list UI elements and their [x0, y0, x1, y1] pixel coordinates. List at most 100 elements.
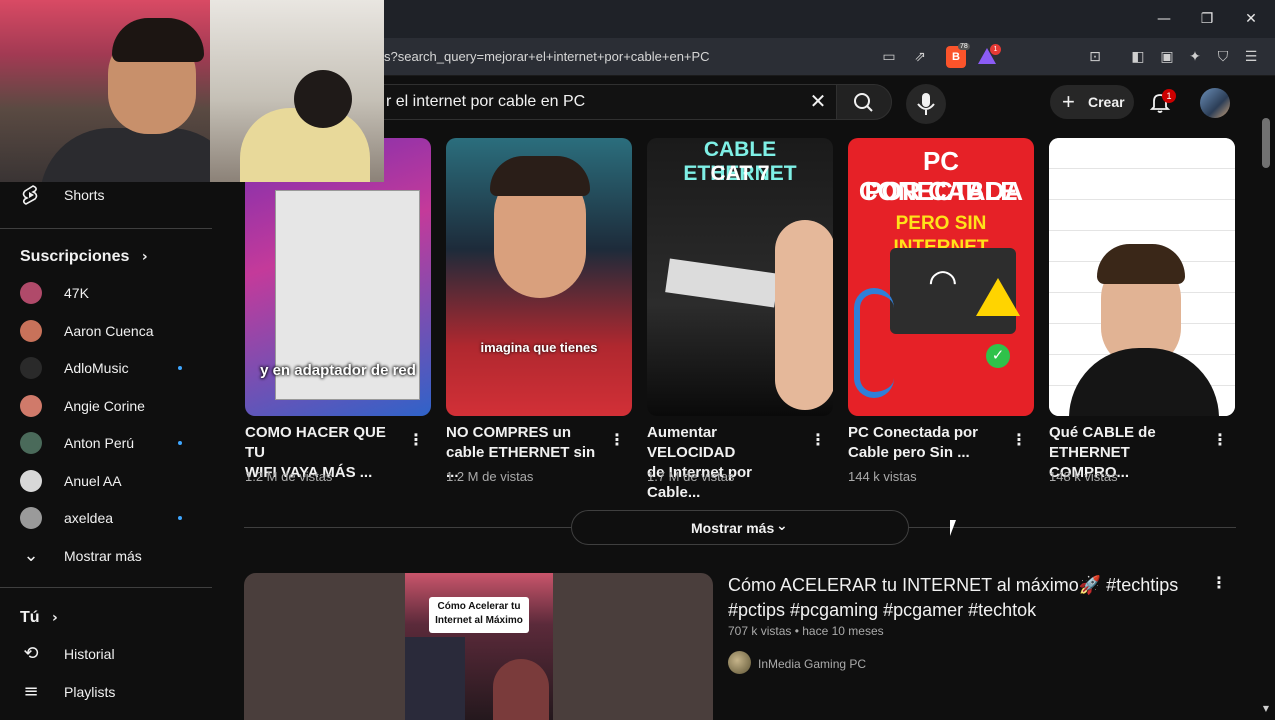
sidebar-item-label: 47K [64, 285, 89, 301]
channel-avatar[interactable] [728, 651, 751, 674]
sidebar-item-shorts[interactable]: Shorts [0, 178, 212, 212]
short-thumbnail[interactable]: PC CONECTADA POR CABLE PERO SIN INTERNET… [848, 138, 1034, 416]
notifications-badge: 1 [1162, 89, 1176, 103]
short-thumbnail[interactable]: imagina que tienes [446, 138, 632, 416]
sidebar-subscription-item[interactable]: axeldea [0, 501, 212, 535]
video-title-line: #pctips #pcgaming #pcgamer #techtok [728, 600, 1037, 620]
search-button[interactable] [836, 84, 892, 120]
cable-illustration [854, 288, 894, 398]
browser-menu-icon[interactable]: ☰ [1240, 46, 1262, 68]
playlists-icon: ≡ [23, 681, 39, 702]
create-label: Crear [1088, 94, 1125, 110]
subscriptions-title: Suscripciones [20, 248, 130, 265]
channel-avatar [20, 507, 42, 529]
search-query-text[interactable]: r el internet por cable en PC [386, 93, 585, 111]
history-icon: ⟲ [23, 643, 39, 664]
channel-avatar [20, 357, 42, 379]
sidebar-divider [0, 228, 212, 229]
short-views: 1.2 M de vistas [245, 469, 333, 484]
short-title[interactable]: Aumentar VELOCIDAD de Internet por Cable… [647, 423, 807, 503]
sidebar-item-label: Anuel AA [64, 472, 122, 489]
subscriptions-heading[interactable]: Suscripciones › [20, 248, 148, 266]
short-caption-line2: CAT 7 [710, 162, 770, 185]
scrollbar-thumb[interactable] [1262, 118, 1270, 168]
thumb-caption-line1: Cómo Acelerar tu [437, 601, 521, 612]
sidebar-subscription-item[interactable]: Anuel AA [0, 464, 212, 498]
anime-artwork [405, 637, 465, 720]
video-thumbnail-frame: Cómo Acelerar tu Internet al Máximo [405, 573, 553, 720]
show-more-button[interactable]: Mostrar más ⌄ [571, 510, 909, 545]
new-content-dot [178, 441, 182, 445]
sidebar-show-more[interactable]: ⌄ Mostrar más [0, 539, 212, 573]
person-silhouette [493, 659, 549, 720]
you-heading[interactable]: Tú › [20, 609, 58, 627]
sidebar-toggle-icon[interactable]: ◧ [1127, 46, 1149, 68]
short-views: 148 k vistas [1049, 469, 1118, 484]
person-hair [490, 156, 590, 196]
short-title[interactable]: PC Conectada por Cable pero Sin ... [848, 423, 1008, 463]
check-icon: ✓ [986, 344, 1010, 368]
more-options-icon[interactable]: ⋮ [408, 430, 424, 450]
video-title-line: Cómo ACELERAR tu INTERNET al máximo🚀 #te… [728, 575, 1179, 595]
more-options-icon[interactable]: ⋮ [1212, 430, 1228, 450]
rewards-badge: 1 [990, 44, 1001, 55]
short-title-line: COMO HACER QUE TU [245, 424, 386, 461]
short-title-line: NO COMPRES un [446, 424, 572, 441]
close-window-icon[interactable]: ✕ [1236, 8, 1266, 30]
share-icon[interactable]: ⇗ [909, 46, 931, 68]
account-avatar[interactable] [1200, 88, 1230, 118]
sidebar-item-history[interactable]: ⟲ Historial [0, 637, 212, 671]
minimize-icon[interactable]: — [1149, 8, 1179, 30]
short-thumbnail[interactable]: CABLE ETHERNET CAT 7 [647, 138, 833, 416]
sidebar-item-label: Angie Corine [64, 397, 145, 414]
short-views: 1.2 M de vistas [446, 469, 534, 484]
leo-ai-icon[interactable]: ✦ [1184, 46, 1206, 68]
sidebar-item-label: Shorts [64, 187, 105, 203]
restore-icon[interactable]: ❐ [1192, 8, 1222, 30]
channel-avatar [20, 282, 42, 304]
clear-search-icon[interactable]: ✕ [806, 90, 830, 114]
chevron-right-icon: › [52, 610, 58, 626]
wallet-icon[interactable]: ▣ [1156, 46, 1178, 68]
sidebar-subscription-item[interactable]: Angie Corine [0, 389, 212, 423]
video-thumbnail[interactable]: Cómo Acelerar tu Internet al Máximo [244, 573, 713, 720]
screenshot-icon[interactable]: ⊡ [1084, 46, 1106, 68]
more-options-icon[interactable]: ⋮ [1211, 573, 1227, 593]
short-views: 1.7 M de vistas [647, 469, 735, 484]
channel-name[interactable]: InMedia Gaming PC [758, 657, 866, 671]
vpn-shield-icon[interactable]: ⛉ [1212, 46, 1234, 68]
voice-search-button[interactable] [906, 84, 946, 124]
more-options-icon[interactable]: ⋮ [1011, 430, 1027, 450]
sidebar-item-playlists[interactable]: ≡ Playlists [0, 675, 212, 709]
you-title: Tú [20, 609, 40, 626]
warning-icon [976, 278, 1020, 316]
chevron-down-icon: ⌄ [776, 518, 788, 534]
person-hair [1097, 244, 1185, 284]
sidebar-subscription-item[interactable]: Anton Perú [0, 426, 212, 460]
new-content-dot [178, 516, 182, 520]
sidebar-subscription-item[interactable]: Aaron Cuenca [0, 314, 212, 348]
sidebar-subscription-item[interactable]: AdloMusic [0, 351, 212, 385]
more-options-icon[interactable]: ⋮ [609, 430, 625, 450]
short-caption: y en adaptador de red [260, 362, 416, 379]
url-text[interactable]: s?search_query=mejorar+el+internet+por+c… [384, 49, 710, 64]
video-title[interactable]: Cómo ACELERAR tu INTERNET al máximo🚀 #te… [728, 573, 1198, 623]
cast-icon[interactable]: ▭ [878, 46, 900, 68]
create-button[interactable]: + Crear [1050, 85, 1134, 119]
ethernet-plug [665, 258, 779, 308]
video-meta: 707 k vistas • hace 10 meses [728, 624, 884, 638]
plus-icon: + [1062, 89, 1075, 114]
sidebar-item-label: Anton Perú [64, 435, 135, 451]
webcam-person-right [210, 0, 384, 182]
channel-avatar [20, 319, 42, 342]
scroll-down-arrow-icon[interactable]: ▼ [1255, 698, 1275, 720]
scrollbar-track[interactable] [1259, 128, 1273, 720]
sidebar-item-label: AdloMusic [64, 360, 129, 376]
sidebar-divider [0, 587, 212, 588]
hand [775, 220, 833, 410]
short-thumbnail[interactable] [1049, 138, 1235, 416]
sidebar-subscription-item[interactable]: 47K [0, 276, 212, 310]
search-icon [854, 93, 873, 112]
more-options-icon[interactable]: ⋮ [810, 430, 826, 450]
sidebar-item-label: Historial [64, 646, 115, 662]
